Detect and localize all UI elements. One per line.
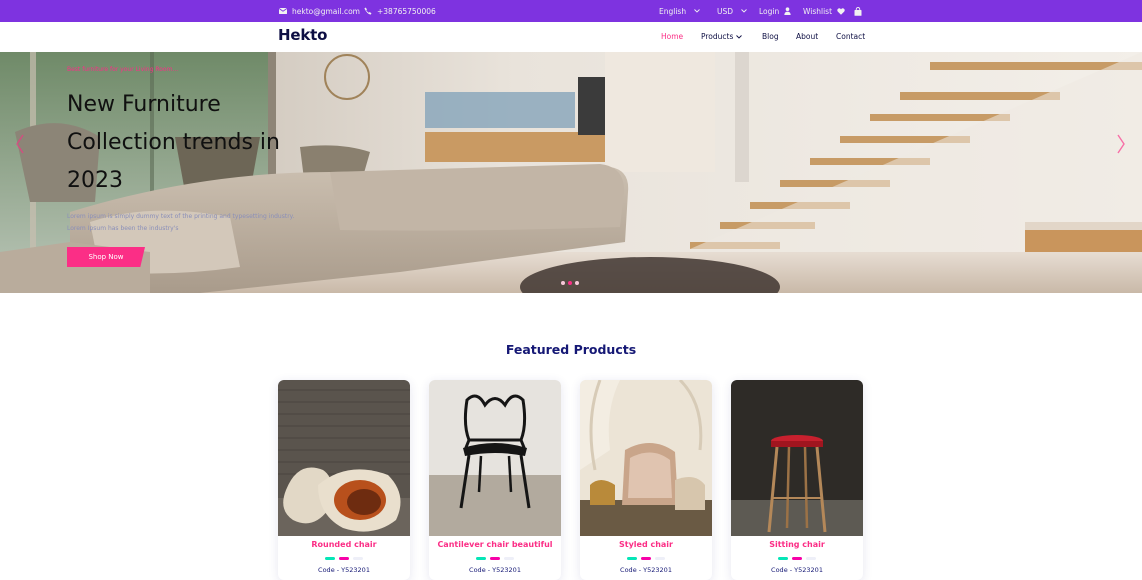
swatch <box>504 557 514 560</box>
nav-products[interactable]: Products <box>701 32 743 41</box>
heart-icon <box>837 7 845 15</box>
hero-description: Lorem ipsum is simply dummy text of the … <box>67 213 295 232</box>
hero-title: New Furniture Collection trends in 2023 <box>67 92 280 193</box>
login-label: Login <box>759 6 780 16</box>
email-text: hekto@gmail.com <box>292 6 360 16</box>
shop-now-button[interactable]: Shop Now <box>67 247 145 267</box>
hero-banner: Best furniture for your Living Room... N… <box>0 52 1142 293</box>
product-card[interactable]: Rounded chair Code - Y523201 <box>278 380 410 580</box>
product-name[interactable]: Styled chair <box>580 540 712 549</box>
product-image <box>429 380 561 536</box>
slide-dot[interactable] <box>575 281 579 285</box>
product-name[interactable]: Sitting chair <box>731 540 863 549</box>
swatch <box>641 557 651 560</box>
wishlist-link[interactable]: Wishlist <box>803 0 845 22</box>
product-name[interactable]: Rounded chair <box>278 540 410 549</box>
top-bar: hekto@gmail.com +38765750006 English USD… <box>0 0 1142 22</box>
product-code: Code - Y523201 <box>771 566 823 574</box>
mail-icon <box>279 8 287 14</box>
login-link[interactable]: Login <box>759 0 791 22</box>
nav-contact[interactable]: Contact <box>836 32 865 41</box>
slide-indicator <box>561 281 579 285</box>
language-value: English <box>659 6 687 16</box>
product-name[interactable]: Cantilever chair beautiful <box>429 540 561 549</box>
chevron-down-icon <box>741 9 747 13</box>
swatch <box>353 557 363 560</box>
product-card[interactable]: Cantilever chair beautiful Code - Y52320… <box>429 380 561 580</box>
email-contact[interactable]: hekto@gmail.com <box>279 0 360 22</box>
featured-title: Featured Products <box>505 342 637 357</box>
language-select[interactable]: English <box>659 0 700 22</box>
swatch <box>792 557 802 560</box>
swatch <box>627 557 637 560</box>
product-code: Code - Y523201 <box>318 566 370 574</box>
color-swatches <box>580 557 712 560</box>
color-swatches <box>278 557 410 560</box>
chevron-right-icon[interactable] <box>1116 134 1126 160</box>
product-code: Code - Y523201 <box>469 566 521 574</box>
phone-contact[interactable]: +38765750006 <box>364 0 436 22</box>
currency-select[interactable]: USD <box>717 0 747 22</box>
product-card[interactable]: Sitting chair Code - Y523201 <box>731 380 863 580</box>
cart-icon <box>854 6 862 16</box>
chevron-down-icon <box>736 32 743 41</box>
wishlist-label: Wishlist <box>803 6 833 16</box>
product-image <box>278 380 410 536</box>
main-navbar: Hekto Home Products Blog About Contact <box>0 22 1142 52</box>
nav-about[interactable]: About <box>796 32 818 41</box>
phone-icon <box>364 7 372 15</box>
color-swatches <box>429 557 561 560</box>
product-code: Code - Y523201 <box>620 566 672 574</box>
slide-dot-active[interactable] <box>568 281 572 285</box>
currency-value: USD <box>717 6 734 16</box>
nav-home[interactable]: Home <box>661 32 683 41</box>
nav-blog[interactable]: Blog <box>762 32 779 41</box>
swatch <box>806 557 816 560</box>
swatch <box>325 557 335 560</box>
swatch <box>655 557 665 560</box>
swatch <box>778 557 788 560</box>
swatch <box>339 557 349 560</box>
nav-products-label: Products <box>701 32 734 41</box>
swatch <box>490 557 500 560</box>
color-swatches <box>731 557 863 560</box>
chevron-down-icon <box>694 9 700 13</box>
phone-text: +38765750006 <box>377 6 436 16</box>
product-image <box>580 380 712 536</box>
product-card[interactable]: Styled chair Code - Y523201 <box>580 380 712 580</box>
logo[interactable]: Hekto <box>278 26 327 44</box>
swatch <box>476 557 486 560</box>
hero-subtitle: Best furniture for your Living Room... <box>67 66 179 73</box>
chevron-left-icon[interactable] <box>15 134 25 160</box>
slide-dot[interactable] <box>561 281 565 285</box>
user-icon <box>784 7 791 15</box>
cart-button[interactable] <box>854 0 862 22</box>
product-image <box>731 380 863 536</box>
